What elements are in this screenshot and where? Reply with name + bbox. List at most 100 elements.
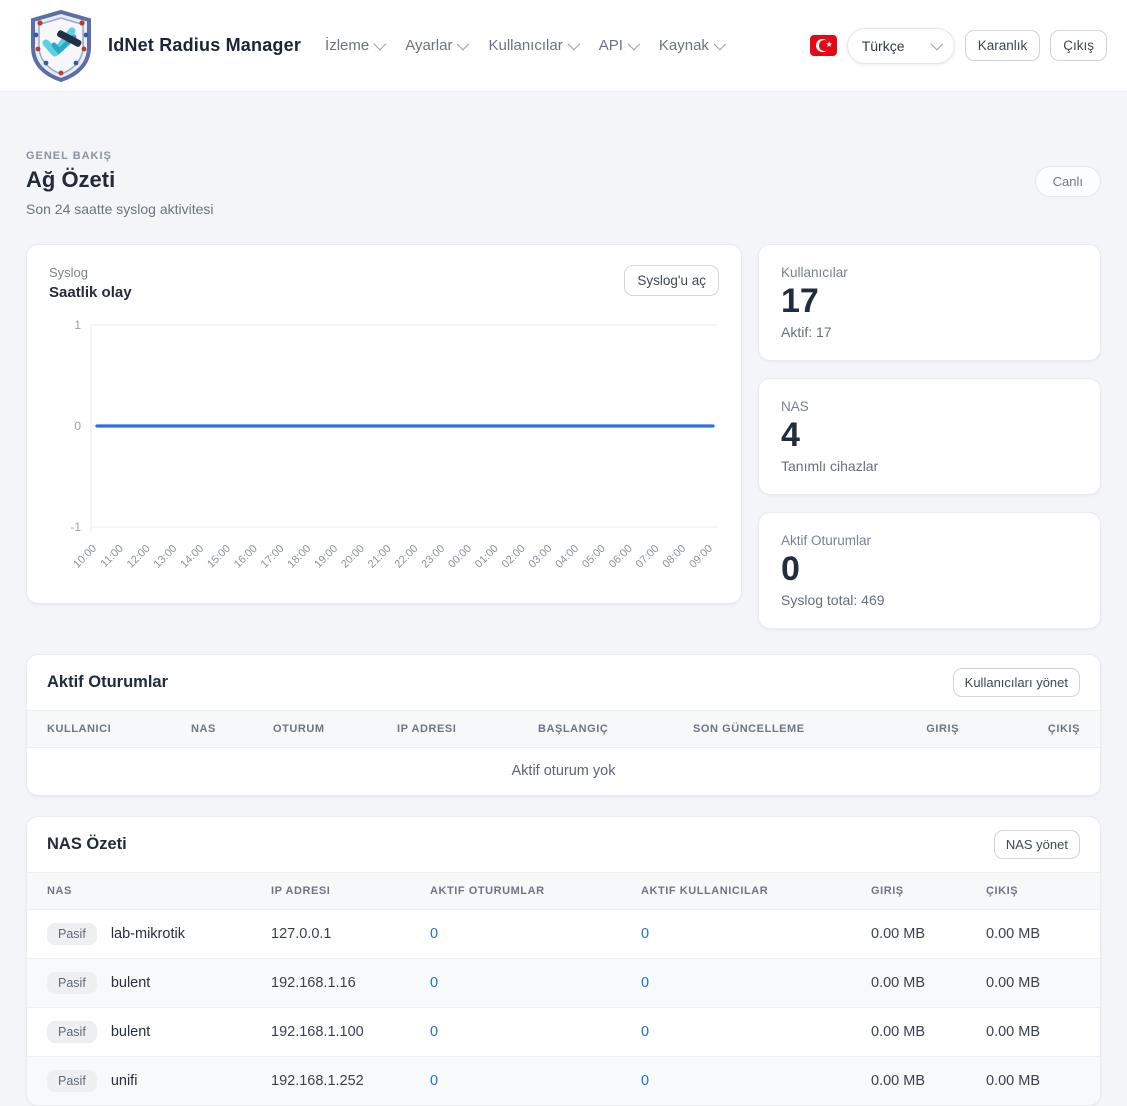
sessions-column-header: BAŞLANGIÇ bbox=[526, 711, 681, 748]
active-sessions-link[interactable]: 0 bbox=[430, 1024, 438, 1040]
live-status-badge: Canlı bbox=[1035, 166, 1101, 197]
svg-text:03:00: 03:00 bbox=[526, 543, 554, 571]
svg-text:02:00: 02:00 bbox=[500, 543, 528, 571]
stat-card: NAS 4 Tanımlı cihazlar bbox=[758, 378, 1101, 495]
nav-menu-item[interactable]: Kaynak bbox=[659, 37, 723, 54]
svg-text:09:00: 09:00 bbox=[687, 543, 715, 571]
brand: IdNet Radius Manager bbox=[28, 9, 301, 83]
traffic-in-value: 0.00 MB bbox=[859, 1057, 974, 1106]
nav-menu-item[interactable]: API bbox=[599, 37, 637, 54]
chevron-down-icon bbox=[627, 38, 640, 51]
stat-label: NAS bbox=[781, 399, 1078, 414]
nas-table-body: Pasif lab-mikrotik 127.0.0.1 0 0 0.00 MB… bbox=[27, 910, 1100, 1106]
status-badge: Pasif bbox=[47, 1070, 97, 1092]
turkish-flag-icon: ★ bbox=[810, 35, 837, 56]
status-badge: Pasif bbox=[47, 1021, 97, 1043]
active-users-link[interactable]: 0 bbox=[641, 1024, 649, 1040]
nas-column-header: AKTIF KULLANICILAR bbox=[629, 873, 859, 910]
chevron-down-icon bbox=[457, 38, 470, 51]
nas-name: unifi bbox=[111, 1073, 138, 1089]
nas-name: bulent bbox=[111, 1024, 151, 1040]
nav-menu-label: API bbox=[599, 37, 623, 54]
logout-button[interactable]: Çıkış bbox=[1050, 30, 1107, 61]
nas-column-header: ÇIKIŞ bbox=[974, 873, 1100, 910]
nas-column-header: IP ADRESI bbox=[259, 873, 418, 910]
page-header: GENEL BAKIŞ Ağ Özeti Son 24 saatte syslo… bbox=[19, 150, 1108, 217]
open-syslog-button[interactable]: Syslog'u aç bbox=[624, 265, 719, 296]
sessions-column-header: ÇIKIŞ bbox=[971, 711, 1100, 748]
traffic-out-value: 0.00 MB bbox=[974, 910, 1100, 959]
chevron-down-icon bbox=[713, 38, 726, 51]
svg-text:15:00: 15:00 bbox=[205, 543, 233, 571]
stat-value: 17 bbox=[781, 282, 1078, 321]
sessions-column-header: KULLANICI bbox=[27, 711, 179, 748]
status-badge: Pasif bbox=[47, 923, 97, 945]
nav-menu-item[interactable]: Ayarlar bbox=[405, 37, 466, 54]
active-users-link[interactable]: 0 bbox=[641, 1073, 649, 1089]
nas-ip-address: 127.0.0.1 bbox=[259, 910, 418, 959]
stat-label: Aktif Oturumlar bbox=[781, 533, 1078, 548]
status-badge: Pasif bbox=[47, 972, 97, 994]
sessions-column-header: SON GÜNCELLEME bbox=[681, 711, 871, 748]
sessions-table: KULLANICINASOTURUMIP ADRESIBAŞLANGIÇSON … bbox=[27, 710, 1100, 795]
dashboard-page: GENEL BAKIŞ Ağ Özeti Son 24 saatte syslo… bbox=[0, 150, 1127, 1106]
manage-nas-button[interactable]: NAS yönet bbox=[994, 830, 1080, 859]
active-users-link[interactable]: 0 bbox=[641, 975, 649, 991]
chart-kicker: Syslog bbox=[49, 265, 132, 280]
sessions-card-header: Aktif Oturumlar Kullanıcıları yönet bbox=[27, 655, 1100, 710]
stat-card: Aktif Oturumlar 0 Syslog total: 469 bbox=[758, 512, 1101, 629]
nas-card-header: NAS Özeti NAS yönet bbox=[27, 817, 1100, 872]
nas-table-row: Pasif bulent 192.168.1.100 0 0 0.00 MB 0… bbox=[27, 1008, 1100, 1057]
stat-label: Kullanıcılar bbox=[781, 265, 1078, 280]
svg-text:0: 0 bbox=[74, 419, 81, 433]
nav-menu-item[interactable]: Kullanıcılar bbox=[488, 37, 576, 54]
active-sessions-link[interactable]: 0 bbox=[430, 1073, 438, 1089]
svg-text:13:00: 13:00 bbox=[152, 543, 180, 571]
svg-text:00:00: 00:00 bbox=[446, 543, 474, 571]
svg-text:05:00: 05:00 bbox=[580, 543, 608, 571]
sessions-column-header: IP ADRESI bbox=[385, 711, 526, 748]
svg-text:12:00: 12:00 bbox=[125, 543, 153, 571]
page-subtitle: Son 24 saatte syslog aktivitesi bbox=[26, 201, 214, 217]
nas-ip-address: 192.168.1.16 bbox=[259, 959, 418, 1008]
dark-mode-button[interactable]: Karanlık bbox=[965, 30, 1041, 61]
active-sessions-link[interactable]: 0 bbox=[430, 926, 438, 942]
svg-text:07:00: 07:00 bbox=[634, 543, 662, 571]
nas-table-row: Pasif lab-mikrotik 127.0.0.1 0 0 0.00 MB… bbox=[27, 910, 1100, 959]
manage-users-button[interactable]: Kullanıcıları yönet bbox=[953, 668, 1080, 697]
svg-text:1: 1 bbox=[74, 318, 81, 332]
chevron-down-icon bbox=[930, 38, 943, 51]
nas-header-row: NASIP ADRESIAKTIF OTURUMLARAKTIF KULLANI… bbox=[27, 873, 1100, 910]
svg-text:20:00: 20:00 bbox=[339, 543, 367, 571]
traffic-in-value: 0.00 MB bbox=[859, 910, 974, 959]
active-sessions-card: Aktif Oturumlar Kullanıcıları yönet KULL… bbox=[26, 654, 1101, 796]
page-title: Ağ Özeti bbox=[26, 167, 214, 193]
active-users-link[interactable]: 0 bbox=[641, 926, 649, 942]
nas-summary-card: NAS Özeti NAS yönet NASIP ADRESIAKTIF OT… bbox=[26, 816, 1101, 1106]
main-nav: İzleme Ayarlar Kullanıcılar API Kaynak bbox=[325, 37, 723, 54]
chart-card-header: Syslog Saatlik olay Syslog'u aç bbox=[49, 265, 719, 301]
sessions-header-row: KULLANICINASOTURUMIP ADRESIBAŞLANGIÇSON … bbox=[27, 711, 1100, 748]
active-sessions-link[interactable]: 0 bbox=[430, 975, 438, 991]
nav-menu-label: Kaynak bbox=[659, 37, 709, 54]
app-logo-shield-icon bbox=[28, 9, 94, 83]
nas-table: NASIP ADRESIAKTIF OTURUMLARAKTIF KULLANI… bbox=[27, 872, 1100, 1105]
svg-text:22:00: 22:00 bbox=[393, 543, 421, 571]
sessions-column-header: NAS bbox=[179, 711, 261, 748]
sessions-column-header: OTURUM bbox=[261, 711, 385, 748]
overview-grid: Syslog Saatlik olay Syslog'u aç 10-110:0… bbox=[19, 244, 1108, 629]
nav-menu-item[interactable]: İzleme bbox=[325, 37, 383, 54]
stat-value: 0 bbox=[781, 550, 1078, 589]
svg-text:17:00: 17:00 bbox=[259, 543, 287, 571]
language-select[interactable]: Türkçe bbox=[847, 28, 955, 64]
nav-menu-label: Ayarlar bbox=[405, 37, 452, 54]
nas-column-header: GIRIŞ bbox=[859, 873, 974, 910]
nas-table-row: Pasif bulent 192.168.1.16 0 0 0.00 MB 0.… bbox=[27, 959, 1100, 1008]
stat-subtext: Tanımlı cihazlar bbox=[781, 458, 1078, 474]
traffic-out-value: 0.00 MB bbox=[974, 1008, 1100, 1057]
svg-text:14:00: 14:00 bbox=[178, 543, 206, 571]
nav-menu-label: Kullanıcılar bbox=[488, 37, 562, 54]
nas-column-header: NAS bbox=[27, 873, 259, 910]
topbar-right: ★ Türkçe Karanlık Çıkış bbox=[810, 28, 1107, 64]
chevron-down-icon bbox=[374, 38, 387, 51]
